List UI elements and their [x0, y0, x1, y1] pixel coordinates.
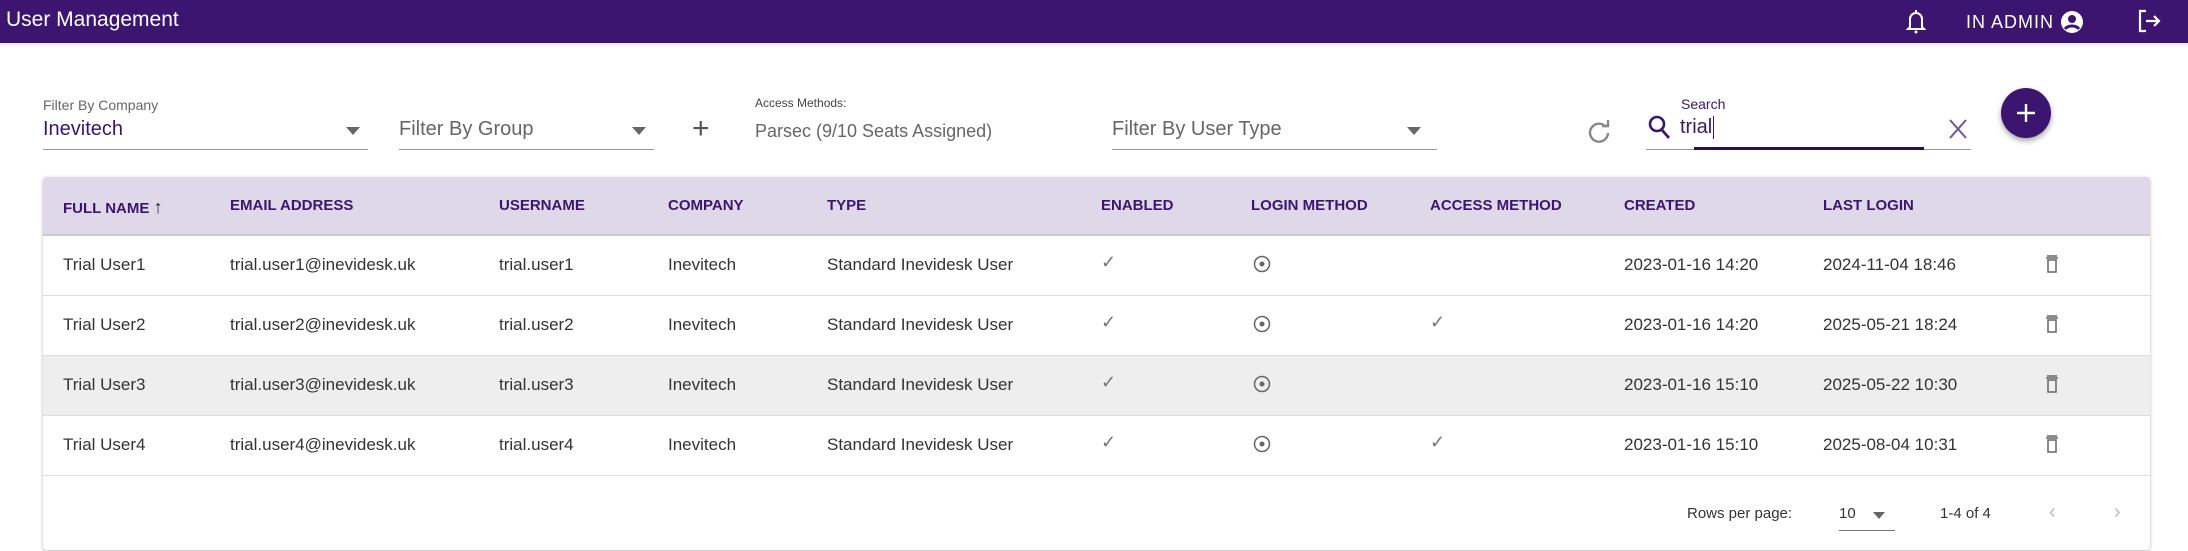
pagination-range: 1-4 of 4	[1940, 505, 1991, 522]
company-filter-label: Filter By Company	[43, 97, 159, 113]
group-filter-select[interactable]: Filter By Group	[399, 118, 654, 150]
rows-per-page-value: 10	[1839, 505, 1856, 522]
table-header: FULL NAME ↑ EMAIL ADDRESS USERNAME COMPA…	[43, 177, 2150, 236]
table-row[interactable]: Trial User1 trial.user1@inevidesk.uk trial…	[43, 236, 2150, 296]
cell-name: Trial User4	[63, 435, 146, 454]
users-table: FULL NAME ↑ EMAIL ADDRESS USERNAME COMPA…	[43, 177, 2150, 550]
sort-ascending-icon: ↑	[153, 197, 163, 217]
cell-company: Inevitech	[668, 315, 737, 334]
table-row[interactable]: Trial User2 trial.user2@inevidesk.uk trial…	[43, 296, 2150, 356]
cell-username: trial.user3	[499, 375, 574, 394]
column-header-login-method[interactable]: LOGIN METHOD	[1251, 197, 1368, 214]
cell-company: Inevitech	[668, 435, 737, 454]
add-user-button[interactable]	[2001, 88, 2051, 138]
cell-email: trial.user1@inevidesk.uk	[230, 255, 416, 274]
cell-email: trial.user3@inevidesk.uk	[230, 375, 416, 394]
column-header-created[interactable]: CREATED	[1624, 197, 1695, 214]
app-bar: User Management IN ADMIN	[0, 0, 2188, 43]
clear-search-icon[interactable]	[1948, 118, 1968, 140]
cell-name: Trial User1	[63, 255, 146, 274]
group-filter-placeholder: Filter By Group	[399, 118, 534, 140]
cell-company: Inevitech	[668, 375, 737, 394]
cell-last-login: 2025-05-21 18:24	[1823, 315, 1958, 334]
cell-created: 2023-01-16 14:20	[1624, 315, 1759, 334]
delete-icon[interactable]	[2045, 375, 2059, 393]
rows-per-page-select[interactable]: 10	[1839, 501, 1895, 531]
dropdown-arrow-icon	[346, 127, 360, 135]
cell-username: trial.user2	[499, 315, 574, 334]
company-filter-select[interactable]: Inevitech	[43, 118, 368, 150]
cell-email: trial.user4@inevidesk.uk	[230, 435, 416, 454]
user-menu-label[interactable]: IN ADMIN	[1966, 12, 2054, 33]
table-row[interactable]: Trial User4 trial.user4@inevidesk.uk trial…	[43, 416, 2150, 476]
login-method-radio-icon	[1253, 255, 1271, 273]
column-header-last-login[interactable]: LAST LOGIN	[1823, 197, 1914, 214]
delete-icon[interactable]	[2045, 315, 2059, 333]
logout-icon[interactable]	[2136, 8, 2162, 34]
company-filter-value: Inevitech	[43, 118, 124, 140]
previous-page-icon[interactable]: ‹	[2049, 501, 2056, 524]
cell-username: trial.user4	[499, 435, 574, 454]
search-input[interactable]: trial	[1646, 112, 1971, 150]
bell-icon[interactable]	[1905, 8, 1927, 34]
account-circle-icon[interactable]	[2060, 10, 2084, 34]
cell-last-login: 2024-11-04 18:46	[1823, 255, 1956, 274]
table-row[interactable]: Trial User3 trial.user3@inevidesk.uk trial…	[43, 356, 2150, 416]
access-methods-label: Access Methods:	[755, 96, 847, 110]
cell-created: 2023-01-16 15:10	[1624, 435, 1759, 454]
delete-icon[interactable]	[2045, 435, 2059, 453]
column-header-enabled[interactable]: ENABLED	[1101, 197, 1174, 214]
cell-name: Trial User3	[63, 375, 146, 394]
rows-per-page-label: Rows per page:	[1687, 505, 1793, 522]
access-methods-value: Parsec (9/10 Seats Assigned)	[755, 121, 993, 141]
delete-icon[interactable]	[2045, 255, 2059, 273]
login-method-radio-icon	[1253, 375, 1271, 393]
enabled-check-icon: ✓	[1101, 432, 1117, 452]
column-header-access-method[interactable]: ACCESS METHOD	[1430, 197, 1562, 214]
cell-username: trial.user1	[499, 255, 574, 274]
cell-created: 2023-01-16 14:20	[1624, 255, 1759, 274]
cell-last-login: 2025-05-22 10:30	[1823, 375, 1958, 394]
column-header-type[interactable]: TYPE	[827, 197, 866, 214]
cell-last-login: 2025-08-04 10:31	[1823, 435, 1958, 454]
cell-type: Standard Inevidesk User	[827, 315, 1014, 334]
add-group-button[interactable]: +	[692, 112, 710, 146]
refresh-icon[interactable]	[1586, 119, 1612, 145]
search-value: trial	[1680, 116, 1715, 139]
cell-type: Standard Inevidesk User	[827, 375, 1014, 394]
cell-type: Standard Inevidesk User	[827, 255, 1014, 274]
user-type-filter-placeholder: Filter By User Type	[1112, 118, 1282, 140]
cell-email: trial.user2@inevidesk.uk	[230, 315, 416, 334]
enabled-check-icon: ✓	[1101, 252, 1117, 272]
search-label: Search	[1681, 96, 1726, 112]
plus-icon	[2017, 104, 2035, 122]
dropdown-arrow-icon	[1407, 127, 1421, 135]
next-page-icon[interactable]: ›	[2114, 501, 2121, 524]
cell-company: Inevitech	[668, 255, 737, 274]
login-method-radio-icon	[1253, 435, 1271, 453]
column-header-full-name[interactable]: FULL NAME ↑	[63, 197, 163, 218]
search-icon	[1648, 115, 1671, 139]
access-method-check-icon: ✓	[1430, 312, 1446, 332]
cell-created: 2023-01-16 15:10	[1624, 375, 1759, 394]
enabled-check-icon: ✓	[1101, 312, 1117, 332]
login-method-radio-icon	[1253, 315, 1271, 333]
cell-type: Standard Inevidesk User	[827, 435, 1014, 454]
enabled-check-icon: ✓	[1101, 372, 1117, 392]
column-header-username[interactable]: USERNAME	[499, 197, 585, 214]
dropdown-arrow-icon	[1873, 512, 1885, 519]
access-method-check-icon: ✓	[1430, 432, 1446, 452]
column-header-company[interactable]: COMPANY	[668, 197, 744, 214]
page-title: User Management	[6, 8, 179, 31]
dropdown-arrow-icon	[632, 127, 646, 135]
column-header-email[interactable]: EMAIL ADDRESS	[230, 197, 353, 214]
cell-name: Trial User2	[63, 315, 146, 334]
user-type-filter-select[interactable]: Filter By User Type	[1112, 118, 1437, 150]
app-bar-shadow	[0, 43, 2188, 49]
